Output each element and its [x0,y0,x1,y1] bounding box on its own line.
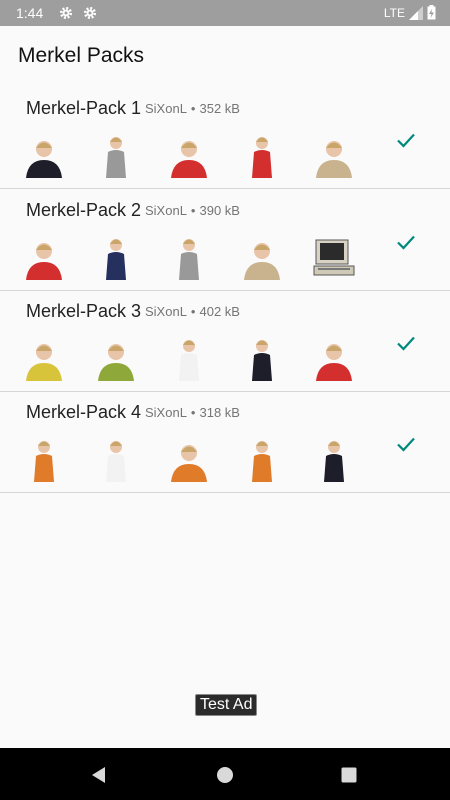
test-ad-banner[interactable]: Test Ad [195,694,258,716]
navigation-bar [0,748,450,800]
signal-icon [409,5,423,20]
back-icon[interactable] [88,764,110,786]
pack-name: Merkel-Pack 3 [26,301,142,321]
added-check-icon[interactable] [394,432,418,456]
status-bar: 1:44 LTE [0,0,450,26]
pack-name: Merkel-Pack 4 [26,402,142,422]
portrait-red-jacket-sticker [20,234,68,280]
pack-size: 318 kB [199,405,240,420]
portrait-orange-jacket-sticker [165,436,213,482]
pack-meta: SiXonL • 352 kB [145,101,240,116]
portrait-red-jacket-sticker [310,335,358,381]
figure-white-jacket-sticker [92,436,140,482]
settings-gear-icon [60,7,72,19]
added-check-icon[interactable] [394,230,418,254]
figure-dark-jacket-sticker [310,436,358,482]
portrait-dark-jacket-sticker [20,132,68,178]
sticker-pack-row[interactable]: Merkel-Pack 2 SiXonL • 390 kB [0,190,450,291]
pack-author: SiXonL [145,101,187,116]
page-title: Merkel Packs [18,44,145,67]
pack-size: 390 kB [199,203,240,218]
pack-size: 402 kB [199,304,240,319]
pack-author: SiXonL [145,203,187,218]
figure-orange-jacket-sticker [20,436,68,482]
figure-white-jacket-sticker [165,335,213,381]
portrait-beige-jacket-sticker [238,234,286,280]
pack-name: Merkel-Pack 2 [26,200,142,220]
settings-gear-icon [84,7,96,19]
portrait-green-jacket-sticker [92,335,140,381]
pack-meta: SiXonL • 318 kB [145,405,240,420]
network-type: LTE [383,5,405,20]
pack-author: SiXonL [145,405,187,420]
figure-navy-jacket-sticker [92,234,140,280]
portrait-red-jacket-sticker [165,132,213,178]
portrait-yellow-jacket-sticker [20,335,68,381]
sticker-pack-row[interactable]: Merkel-Pack 4 SiXonL • 318 kB [0,392,450,493]
sticker-pack-row[interactable]: Merkel-Pack 3 SiXonL • 402 kB [0,291,450,392]
added-check-icon[interactable] [394,128,418,152]
figure-orange-jacket-sticker [238,436,286,482]
pack-meta: SiXonL • 402 kB [145,304,240,319]
pack-name: Merkel-Pack 1 [26,98,142,118]
figure-dark-jacket-sticker [238,335,286,381]
pack-meta: SiXonL • 390 kB [145,203,240,218]
added-check-icon[interactable] [394,331,418,355]
sticker-pack-row[interactable]: Merkel-Pack 1 SiXonL • 352 kB [0,88,450,189]
battery-icon [427,5,436,20]
status-time: 1:44 [16,5,44,21]
figure-red-jacket-sticker [238,132,286,178]
recents-icon[interactable] [338,764,360,786]
pack-author: SiXonL [145,304,187,319]
pack-size: 352 kB [199,101,240,116]
figure-podium-sticker [165,234,213,280]
home-icon[interactable] [214,764,236,786]
portrait-beige-jacket-sticker [310,132,358,178]
figure-arms-raised-sticker [92,132,140,178]
retro-computer-sticker [310,234,358,280]
